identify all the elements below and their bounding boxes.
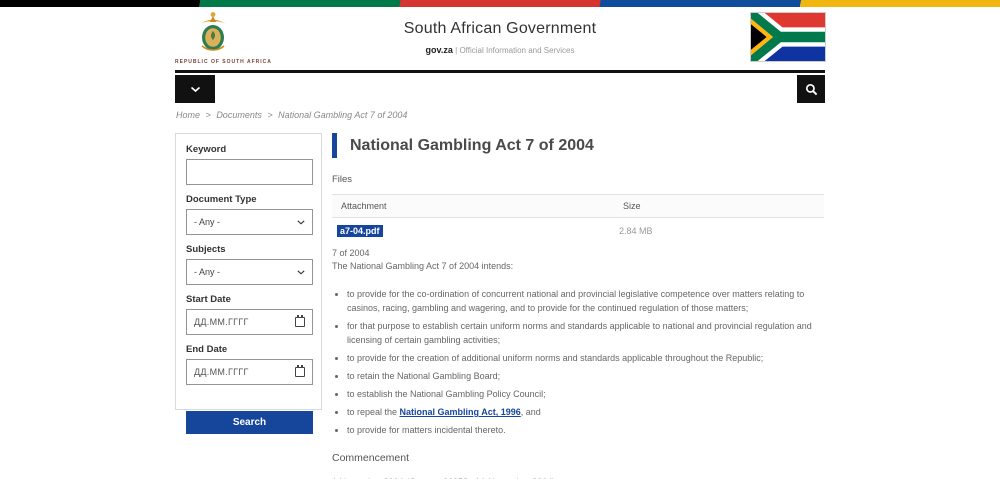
search-filter-panel: Keyword Document Type - Any - Subjects -… <box>175 133 322 434</box>
page: REPUBLIC OF SOUTH AFRICA South African G… <box>0 0 1000 479</box>
breadcrumb: Home > Documents > National Gambling Act… <box>176 110 407 120</box>
tagline-text: Official Information and Services <box>459 46 575 55</box>
nav-bar-rule <box>175 70 825 73</box>
commencement-heading: Commencement <box>332 452 410 464</box>
start-date-placeholder: ДД.ММ.ГГГГ <box>194 317 249 327</box>
breadcrumb-separator: > <box>267 110 273 120</box>
emblem-caption: REPUBLIC OF SOUTH AFRICA <box>175 59 272 65</box>
list-item: to provide for matters incidental theret… <box>347 423 824 437</box>
title-accent-bar <box>332 133 337 158</box>
tagline-separator: | <box>455 46 458 55</box>
repeal-text-pre: to repeal the <box>347 407 400 417</box>
govza-brand: gov.za <box>425 45 453 55</box>
search-button[interactable]: Search <box>186 411 313 434</box>
flag-icon <box>751 13 825 61</box>
size-column-header: Size <box>614 194 824 218</box>
end-date-input[interactable]: ДД.ММ.ГГГГ <box>186 359 313 385</box>
chevron-down-icon <box>297 269 305 275</box>
files-section-label: Files <box>332 174 353 185</box>
menu-toggle-button[interactable] <box>175 75 215 103</box>
chevron-down-icon <box>190 86 200 92</box>
list-item: to provide for the creation of additiona… <box>347 351 824 365</box>
files-table: Attachment Size a7-04.pdf 2.84 MB <box>332 194 824 242</box>
end-date-placeholder: ДД.ММ.ГГГГ <box>194 367 249 377</box>
act-purpose-list: to provide for the co-ordination of conc… <box>337 287 824 437</box>
search-toggle-button[interactable] <box>797 75 825 103</box>
list-item: for that purpose to establish certain un… <box>347 319 824 347</box>
list-item: to establish the National Gambling Polic… <box>347 387 824 401</box>
calendar-icon <box>295 365 305 377</box>
end-date-label: End Date <box>186 344 228 355</box>
attachment-column-header: Attachment <box>332 194 614 218</box>
calendar-icon <box>295 315 305 327</box>
subjects-label: Subjects <box>186 244 226 255</box>
file-size: 2.84 MB <box>619 226 653 236</box>
list-item: to provide for the co-ordination of conc… <box>347 287 824 315</box>
table-row: a7-04.pdf 2.84 MB <box>332 218 824 243</box>
list-item: to repeal the National Gambling Act, 199… <box>347 405 824 419</box>
site-tagline: gov.za | Official Information and Servic… <box>175 45 825 55</box>
chevron-down-icon <box>297 219 305 225</box>
document-type-value: - Any - <box>194 217 221 227</box>
national-gambling-act-1996-link[interactable]: National Gambling Act, 1996 <box>400 407 521 417</box>
breadcrumb-home-link[interactable]: Home <box>176 110 200 120</box>
south-africa-flag <box>750 12 826 62</box>
attachment-pdf-link[interactable]: a7-04.pdf <box>337 225 383 237</box>
act-intro: The National Gambling Act 7 of 2004 inte… <box>332 261 514 271</box>
document-type-label: Document Type <box>186 194 257 205</box>
main-content: National Gambling Act 7 of 2004 Files At… <box>332 133 824 479</box>
repeal-text-post: , and <box>520 407 541 417</box>
keyword-input[interactable] <box>186 159 313 185</box>
keyword-label: Keyword <box>186 144 227 155</box>
list-item: to retain the National Gambling Board; <box>347 369 824 383</box>
subjects-select[interactable]: - Any - <box>186 259 313 285</box>
document-type-select[interactable]: - Any - <box>186 209 313 235</box>
act-number-subtitle: 7 of 2004 <box>332 248 370 258</box>
breadcrumb-documents-link[interactable]: Documents <box>216 110 262 120</box>
site-title: South African Government <box>403 20 597 37</box>
page-title: National Gambling Act 7 of 2004 <box>350 136 594 154</box>
breadcrumb-separator: > <box>205 110 211 120</box>
breadcrumb-current: National Gambling Act 7 of 2004 <box>278 110 408 120</box>
start-date-label: Start Date <box>186 294 231 305</box>
start-date-input[interactable]: ДД.ММ.ГГГГ <box>186 309 313 335</box>
site-header: South African Government gov.za | Offici… <box>175 20 825 55</box>
search-icon <box>805 83 817 95</box>
brand-color-stripe <box>0 0 1000 7</box>
subjects-value: - Any - <box>194 267 221 277</box>
